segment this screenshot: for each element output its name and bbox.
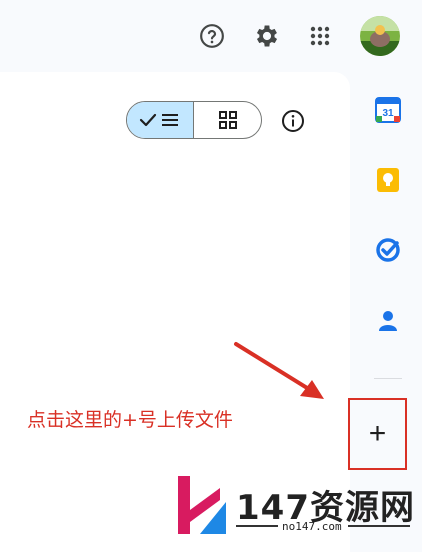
watermark-rule-right (348, 525, 410, 527)
settings-icon[interactable] (251, 20, 283, 52)
keep-icon[interactable] (374, 166, 402, 194)
apps-grid-icon[interactable] (304, 20, 336, 52)
tasks-icon[interactable] (374, 236, 402, 264)
account-avatar[interactable] (359, 15, 401, 57)
upload-instruction-text: 点击这里的+号上传文件 (27, 409, 233, 431)
calendar-badge: 31 (382, 108, 394, 119)
view-toggle[interactable] (126, 101, 262, 139)
watermark-url: no147.com (282, 520, 342, 533)
contacts-icon[interactable] (374, 306, 402, 334)
calendar-icon[interactable]: 31 (374, 96, 402, 124)
side-panel-divider (374, 378, 402, 379)
watermark-rule-left (236, 525, 278, 527)
watermark-logo (178, 476, 226, 534)
site-watermark: 147资源网 no147.com (172, 472, 422, 539)
grid-view-icon (218, 111, 237, 129)
help-icon[interactable] (196, 20, 228, 52)
list-view-check-icon (139, 113, 178, 127)
add-app-button[interactable]: + (348, 398, 407, 470)
list-view-button[interactable] (127, 102, 194, 138)
annotation-arrow (234, 342, 324, 399)
grid-view-button[interactable] (194, 102, 261, 138)
info-icon[interactable] (280, 108, 306, 134)
